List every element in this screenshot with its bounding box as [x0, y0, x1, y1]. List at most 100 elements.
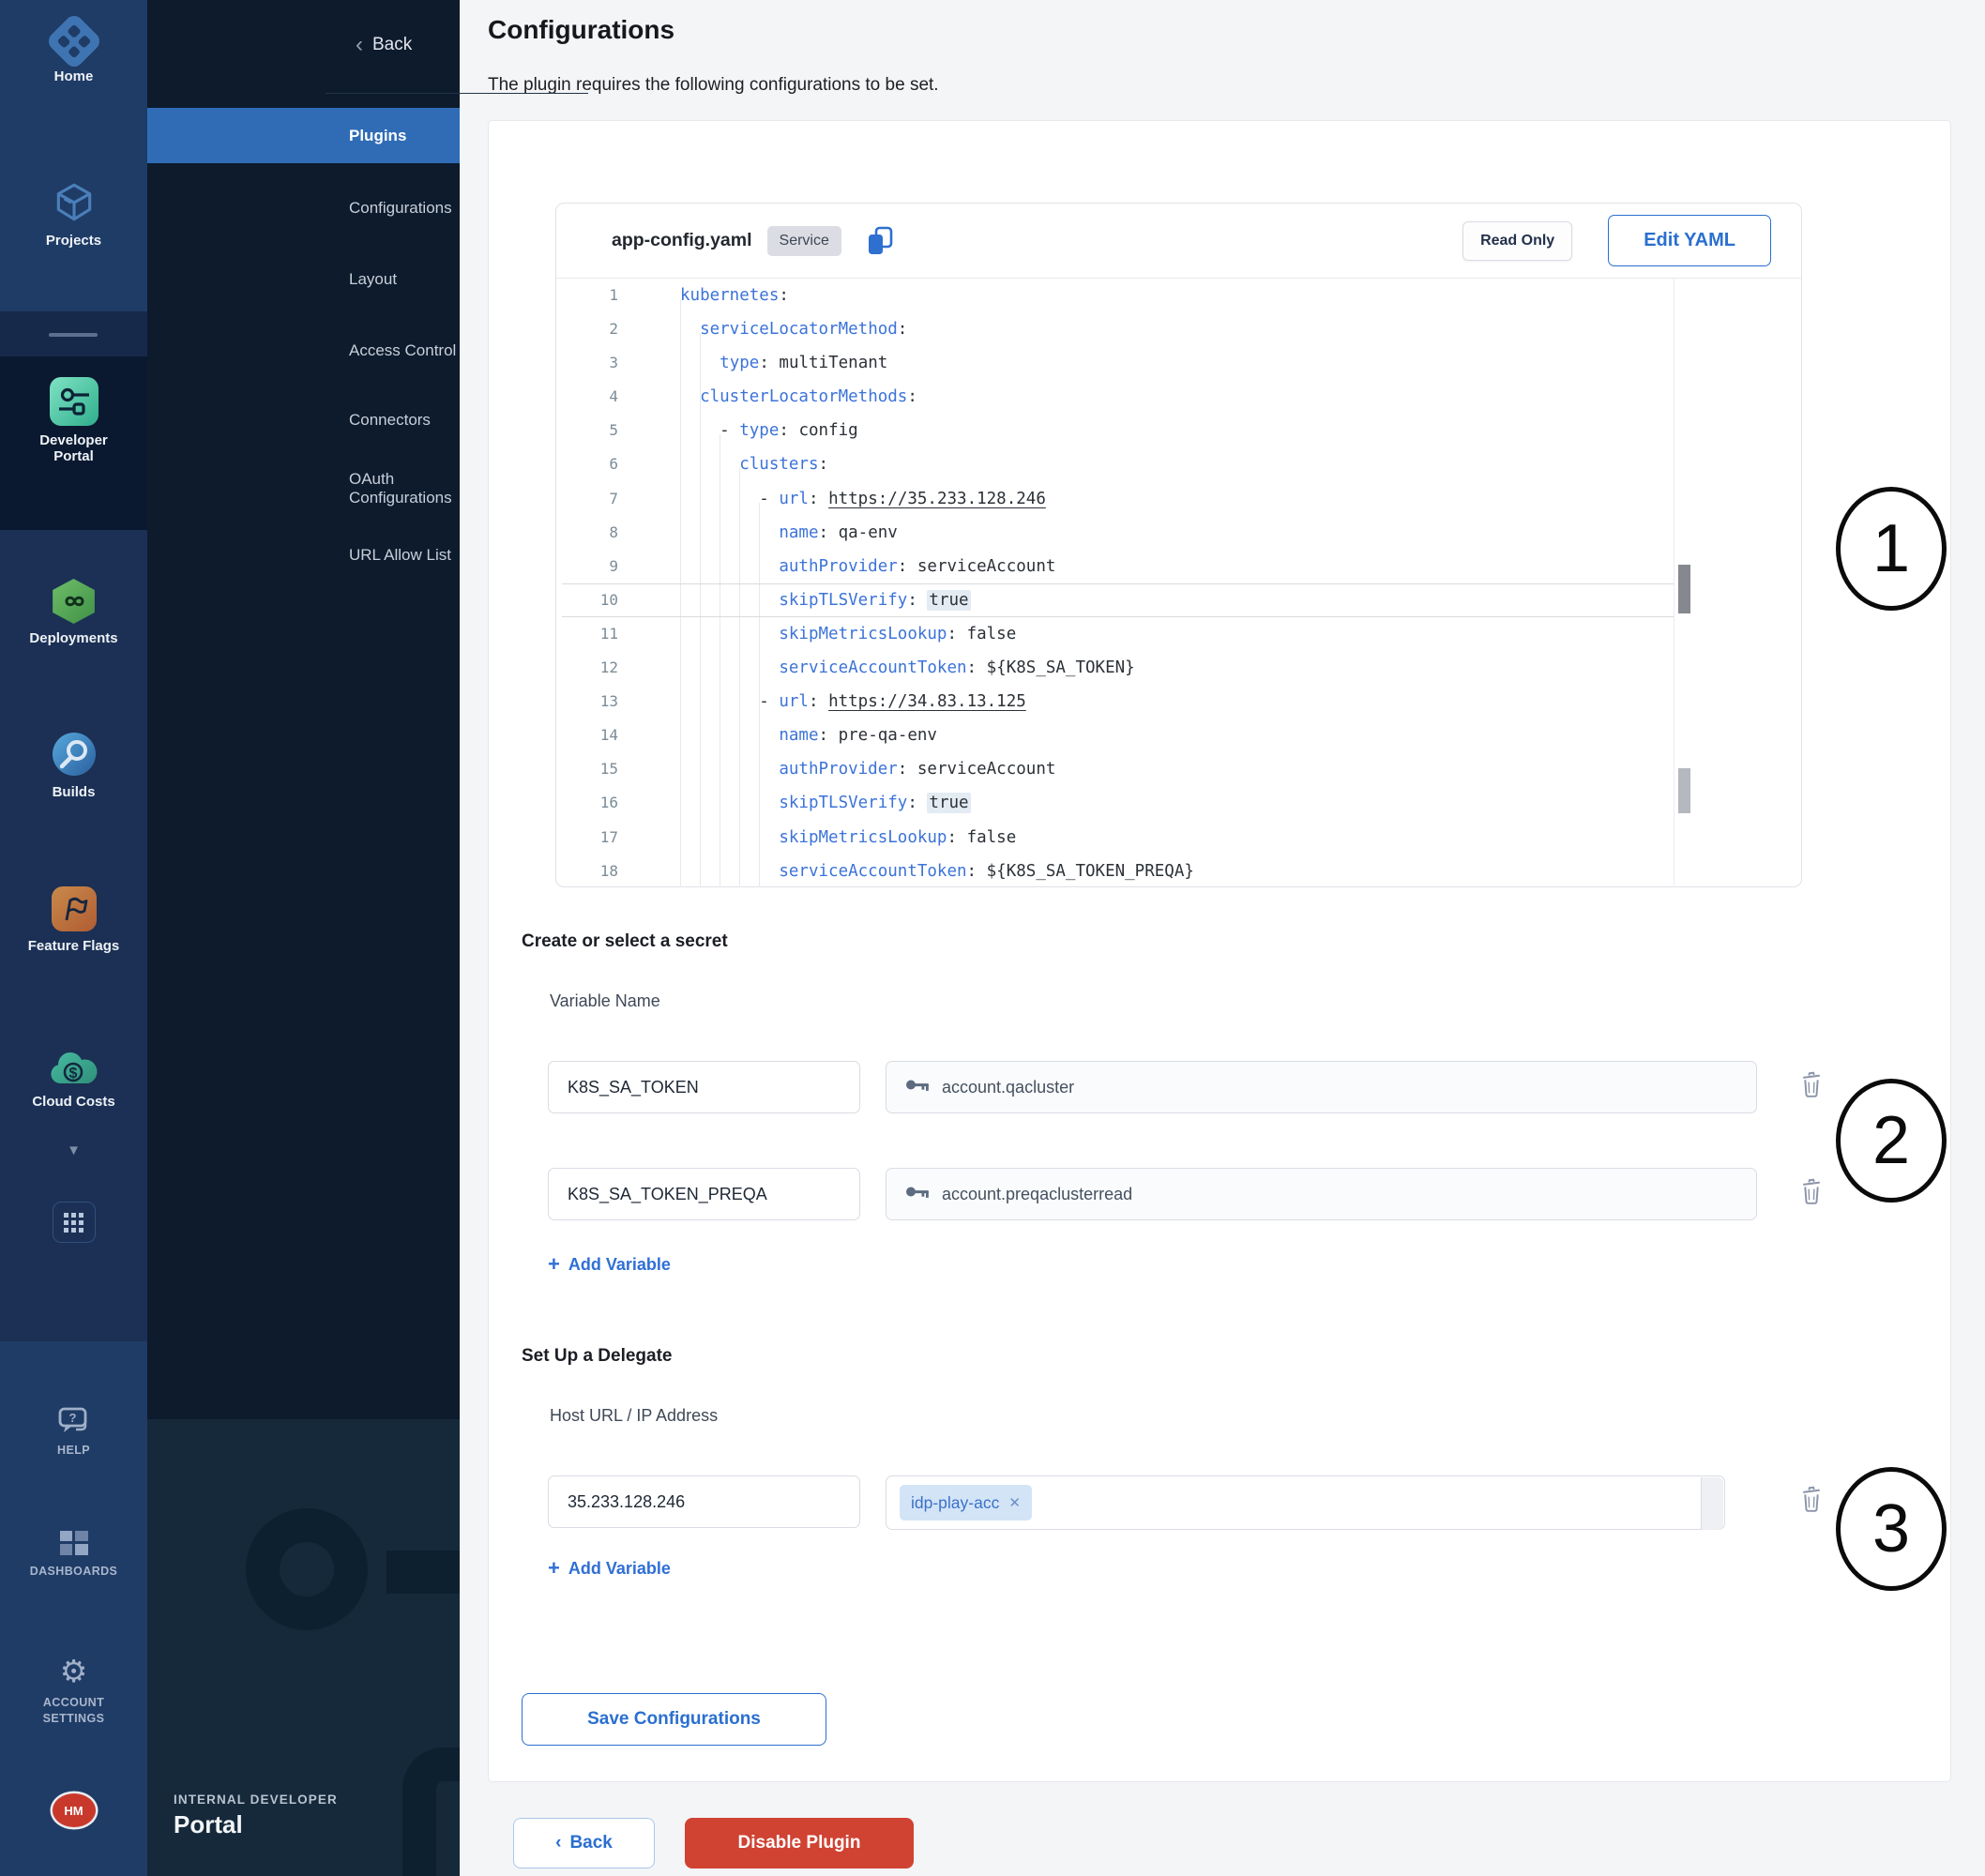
yaml-key: skipMetricsLookup [779, 828, 947, 847]
rail-item-builds[interactable]: Builds [0, 731, 147, 800]
edit-yaml-button[interactable]: Edit YAML [1608, 215, 1771, 266]
avatar-initials: HM [53, 1793, 96, 1827]
plus-icon: + [548, 1556, 560, 1581]
key-icon [905, 1078, 930, 1097]
code-line-1: 1kubernetes: [556, 279, 1801, 312]
secret-reference-field[interactable]: account.preqaclusterread [886, 1168, 1757, 1220]
yaml-key: authProvider [779, 760, 897, 779]
code-line-3: 3 type: multiTenant [556, 346, 1801, 380]
rail-item-label: Projects [0, 233, 147, 249]
key-icon [905, 1185, 930, 1203]
yaml-key: skipTLSVerify [779, 794, 907, 812]
copy-icon[interactable] [866, 226, 894, 256]
code-line-12: 12 serviceAccountToken: ${K8S_SA_TOKEN} [556, 651, 1801, 685]
rail-expand-chevron[interactable]: ▼ [0, 1142, 147, 1159]
rail-item-cloud-costs[interactable]: $Cloud Costs [0, 1050, 147, 1110]
secret-reference-field[interactable]: account.qacluster [886, 1061, 1757, 1113]
yaml-key: name [779, 726, 818, 745]
rail-item-dashboards[interactable]: DASHBOARDS [0, 1529, 147, 1580]
app-window: Home Projects DeveloperPortal Deployments Bu… [0, 0, 1985, 1876]
secret-variable-name-input[interactable] [548, 1061, 860, 1113]
line-number: 16 [556, 786, 650, 820]
sidebar-item-oauth-configurations[interactable]: OAuth Configurations [147, 466, 460, 511]
sidebar-back-link[interactable]: ‹ Back [356, 34, 412, 56]
sidebar-item-connectors[interactable]: Connectors [147, 398, 460, 443]
chevron-down-icon: ▼ [67, 1142, 81, 1158]
yaml-key: clusterLocatorMethods [700, 387, 907, 406]
page-title: Configurations [488, 15, 674, 45]
add-variable-delegate-link[interactable]: + Add Variable [548, 1556, 671, 1581]
rail-item-developer-portal[interactable]: DeveloperPortal [0, 377, 147, 464]
delete-secret-row-icon[interactable] [1798, 1070, 1825, 1098]
rail-item-help[interactable]: ?HELP [0, 1406, 147, 1459]
yaml-editor-panel: app-config.yaml Service Read Only Edit Y… [555, 203, 1802, 887]
gear-icon: ⚙ [0, 1655, 147, 1688]
sidebar-item-layout[interactable]: Layout [147, 257, 460, 302]
code-line-15: 15 authProvider: serviceAccount [556, 752, 1801, 786]
line-number: 3 [556, 346, 650, 380]
rail-item-label: Home [0, 68, 147, 84]
code-text: - url: https://35.233.128.246 [650, 482, 1046, 516]
yaml-key: authProvider [779, 557, 897, 576]
delete-delegate-row-icon[interactable] [1798, 1485, 1825, 1513]
main-content: Configurations The plugin requires the f… [460, 0, 1985, 1876]
rail-item-feature-flags[interactable]: Feature Flags [0, 886, 147, 954]
code-line-7: 7 - url: https://35.233.128.246 [556, 482, 1801, 516]
user-avatar[interactable]: HM [0, 1793, 147, 1827]
rail-item-account-settings[interactable]: ⚙ACCOUNTSETTINGS [0, 1655, 147, 1727]
line-number: 2 [556, 312, 650, 346]
delegate-tags-field[interactable]: idp-play-acc✕ [886, 1475, 1725, 1530]
scrollbar-mark-line10[interactable] [1678, 565, 1690, 613]
line-number: 5 [556, 414, 650, 447]
scrollbar-mark-line16[interactable] [1678, 768, 1690, 813]
add-variable-secret-link[interactable]: + Add Variable [548, 1252, 671, 1277]
remove-tag-icon[interactable]: ✕ [1008, 1494, 1021, 1511]
sidebar-item-access-control[interactable]: Access Control [147, 328, 460, 373]
yaml-code-area[interactable]: 1kubernetes:2 serviceLocatorMethod:3 typ… [556, 279, 1801, 887]
code-text: - type: config [650, 414, 858, 447]
sidebar-item-plugins[interactable]: Plugins [147, 108, 460, 163]
rail-item-home[interactable]: Home [0, 21, 147, 84]
save-configurations-button[interactable]: Save Configurations [522, 1693, 826, 1746]
sidebar-item-configurations[interactable]: Configurations [147, 186, 460, 231]
rail-collapse-handle[interactable] [49, 333, 98, 337]
secret-section-heading: Create or select a secret [522, 931, 728, 952]
yaml-value: ${K8S_SA_TOKEN_PREQA} [987, 862, 1194, 881]
delegate-tag-chip[interactable]: idp-play-acc✕ [900, 1485, 1032, 1520]
delete-secret-row-icon[interactable] [1798, 1177, 1825, 1205]
rail-item-deployments[interactable]: Deployments [0, 579, 147, 646]
back-button[interactable]: ‹Back [513, 1818, 655, 1868]
code-text: kubernetes: [650, 279, 789, 312]
line-number: 9 [556, 550, 650, 583]
read-only-button[interactable]: Read Only [1462, 221, 1572, 261]
host-url-input[interactable] [548, 1475, 860, 1528]
rail-item-label: HELP [0, 1443, 147, 1459]
yaml-key: type [720, 354, 759, 372]
code-line-18: 18 serviceAccountToken: ${K8S_SA_TOKEN_P… [556, 855, 1801, 887]
annotation-circle-2: 2 [1836, 1079, 1947, 1203]
rail-item-projects[interactable]: Projects [0, 179, 147, 249]
disable-plugin-button[interactable]: Disable Plugin [685, 1818, 914, 1868]
line-number: 15 [556, 752, 650, 786]
code-text: serviceAccountToken: ${K8S_SA_TOKEN} [650, 651, 1135, 685]
add-variable-secret-label: Add Variable [568, 1255, 671, 1275]
sidebar-item-url-allow-list[interactable]: URL Allow List [147, 533, 460, 578]
projects-icon [0, 179, 147, 226]
code-line-16: 16 skipTLSVerify: true [556, 786, 1801, 820]
sidebar-item-label: Connectors [349, 411, 431, 430]
yaml-key: name [779, 523, 818, 542]
secret-variable-name-input[interactable] [548, 1168, 860, 1220]
module-picker-button[interactable] [0, 1202, 147, 1243]
yaml-key: serviceAccountToken [779, 862, 966, 881]
line-number: 6 [556, 447, 650, 481]
yaml-value: false [967, 828, 1017, 847]
code-line-2: 2 serviceLocatorMethod: [556, 312, 1801, 346]
tag-field-end-addon [1701, 1477, 1723, 1530]
code-line-11: 11 skipMetricsLookup: false [556, 617, 1801, 651]
yaml-key: url [779, 490, 809, 508]
line-number: 1 [556, 279, 650, 312]
code-text: name: qa-env [650, 516, 898, 550]
host-url-label: Host URL / IP Address [550, 1406, 718, 1426]
sidebar-back-label: Back [372, 35, 412, 55]
current-line-highlight [562, 583, 1674, 617]
